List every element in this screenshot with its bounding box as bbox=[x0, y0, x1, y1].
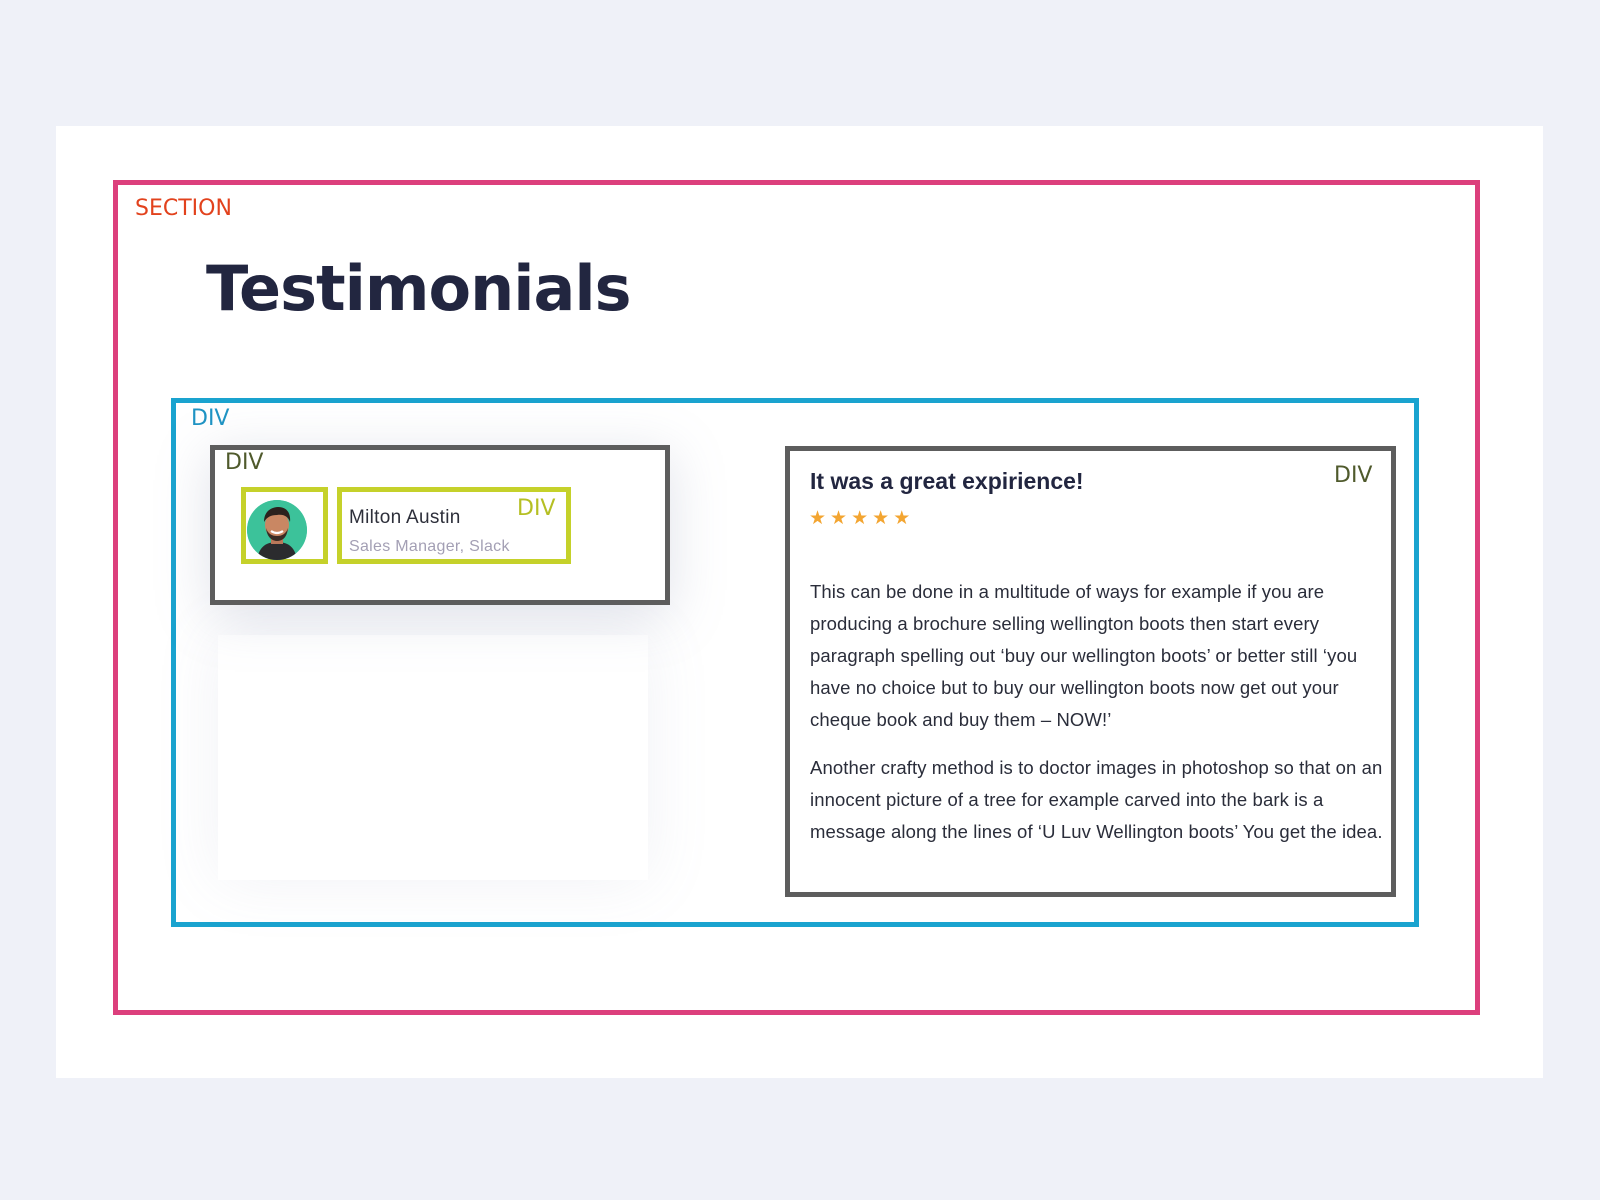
container-div-label: DIV bbox=[191, 406, 230, 431]
review-title: It was a great expirience! bbox=[810, 468, 1084, 494]
author-card-div-label: DIV bbox=[225, 450, 264, 475]
star-icon: ★ bbox=[851, 508, 869, 529]
star-icon: ★ bbox=[809, 508, 827, 529]
section-label: SECTION bbox=[135, 196, 232, 221]
review-paragraph: This can be done in a multitude of ways … bbox=[810, 581, 1358, 730]
review-body: This can be done in a multitude of ways … bbox=[810, 576, 1390, 864]
person-photo-icon bbox=[247, 500, 307, 560]
author-name: Milton Austin bbox=[349, 507, 461, 528]
review-paragraph: Another crafty method is to doctor image… bbox=[810, 757, 1383, 842]
author-meta-div-label: DIV bbox=[517, 496, 556, 521]
card-shadow-placeholder bbox=[218, 635, 648, 880]
author-role: Sales Manager, Slack bbox=[349, 538, 510, 555]
star-icon: ★ bbox=[830, 508, 848, 529]
star-rating: ★ ★ ★ ★ ★ bbox=[809, 509, 910, 528]
star-icon: ★ bbox=[872, 508, 890, 529]
review-card-div-label: DIV bbox=[1334, 463, 1373, 488]
avatar bbox=[247, 500, 307, 560]
star-icon: ★ bbox=[893, 508, 911, 529]
page-title: Testimonials bbox=[206, 252, 631, 325]
